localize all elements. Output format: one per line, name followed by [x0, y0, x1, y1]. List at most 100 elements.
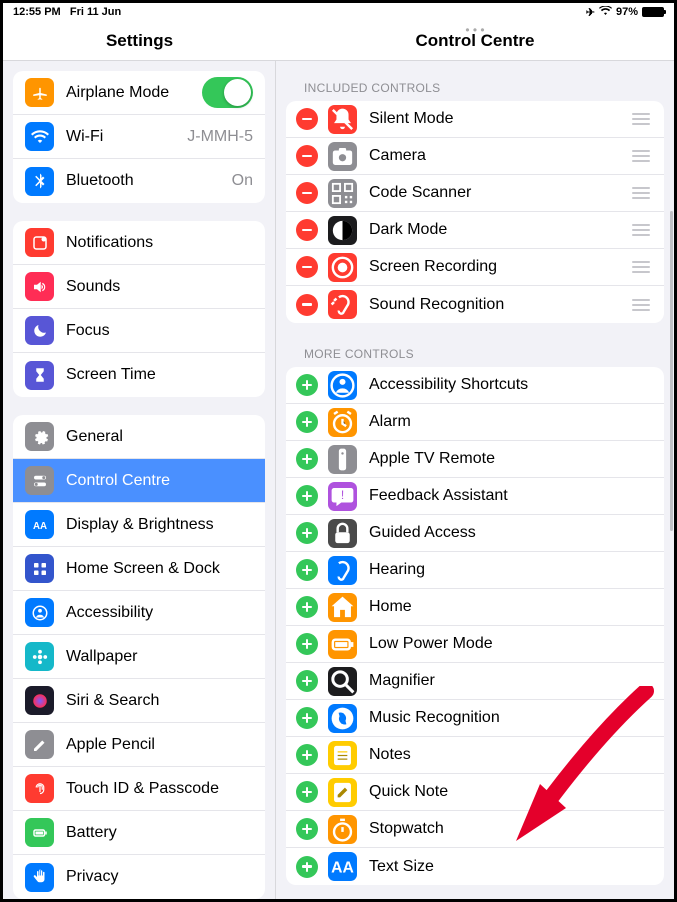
- remove-button[interactable]: [296, 294, 318, 316]
- control-row-music-recognition: Music Recognition: [286, 700, 664, 737]
- add-button[interactable]: [296, 856, 318, 878]
- sidebar-item-bluetooth[interactable]: BluetoothOn: [13, 159, 265, 203]
- control-centre-detail[interactable]: Included Controls Silent ModeCameraCode …: [276, 61, 674, 899]
- control-row-quick-note: Quick Note: [286, 774, 664, 811]
- title-bar: Settings • • • Control Centre: [3, 21, 674, 61]
- control-label: Home: [369, 598, 652, 616]
- add-button[interactable]: [296, 448, 318, 470]
- control-label: Stopwatch: [369, 820, 652, 838]
- gear-icon: [25, 422, 54, 451]
- control-row-stopwatch: Stopwatch: [286, 811, 664, 848]
- toggle-switch[interactable]: [202, 77, 253, 108]
- drag-handle-icon[interactable]: [630, 224, 652, 236]
- bell-slash-icon: [328, 105, 357, 134]
- control-label: Guided Access: [369, 524, 652, 542]
- switches-icon: [25, 466, 54, 495]
- sidebar-item-home-screen-dock[interactable]: Home Screen & Dock: [13, 547, 265, 591]
- camera-icon: [328, 142, 357, 171]
- control-row-guided-access: Guided Access: [286, 515, 664, 552]
- sidebar-item-sounds[interactable]: Sounds: [13, 265, 265, 309]
- control-label: Magnifier: [369, 672, 652, 690]
- AA-icon: AA: [328, 852, 357, 881]
- add-button[interactable]: [296, 485, 318, 507]
- note-icon: [328, 741, 357, 770]
- control-row-text-size: AAText Size: [286, 848, 664, 885]
- sidebar-item-siri-search[interactable]: Siri & Search: [13, 679, 265, 723]
- add-button[interactable]: [296, 522, 318, 544]
- sidebar-item-label: Siri & Search: [66, 692, 253, 710]
- magnify-icon: [328, 667, 357, 696]
- qrcode-icon: [328, 179, 357, 208]
- sidebar-item-wifi[interactable]: Wi-FiJ-MMH-5: [13, 115, 265, 159]
- sidebar-item-label: Accessibility: [66, 604, 253, 622]
- drag-handle-icon[interactable]: [630, 113, 652, 125]
- svg-text:AA: AA: [32, 520, 46, 531]
- sidebar-item-general[interactable]: General: [13, 415, 265, 459]
- siri-icon: [25, 686, 54, 715]
- sidebar-item-accessibility[interactable]: Accessibility: [13, 591, 265, 635]
- sidebar-item-label: Wi-Fi: [66, 128, 187, 146]
- add-button[interactable]: [296, 596, 318, 618]
- drag-handle-icon[interactable]: [630, 150, 652, 162]
- sidebar-item-label: Screen Time: [66, 366, 253, 384]
- AA-icon: AA: [25, 510, 54, 539]
- sidebar-item-value: On: [232, 172, 253, 190]
- drag-handle-icon[interactable]: [630, 299, 652, 311]
- scrollbar-indicator[interactable]: [670, 211, 673, 531]
- sidebar-item-label: Airplane Mode: [66, 84, 202, 102]
- ear-wave-icon: [328, 290, 357, 319]
- status-time: 12:55 PM: [13, 6, 61, 18]
- record-icon: [328, 253, 357, 282]
- sidebar-item-apple-pencil[interactable]: Apple Pencil: [13, 723, 265, 767]
- battery-icon: [328, 630, 357, 659]
- sidebar-item-control-centre[interactable]: Control Centre: [13, 459, 265, 503]
- sidebar-item-battery[interactable]: Battery: [13, 811, 265, 855]
- sidebar-item-screen-time[interactable]: Screen Time: [13, 353, 265, 397]
- status-bar: 12:55 PM Fri 11 Jun ✈︎ 97%: [3, 3, 674, 21]
- sidebar-item-airplane-mode[interactable]: Airplane Mode: [13, 71, 265, 115]
- sidebar-item-notifications[interactable]: Notifications: [13, 221, 265, 265]
- remove-button[interactable]: [296, 145, 318, 167]
- add-button[interactable]: [296, 374, 318, 396]
- sidebar-item-touchid-passcode[interactable]: Touch ID & Passcode: [13, 767, 265, 811]
- add-button[interactable]: [296, 670, 318, 692]
- sidebar-item-label: Battery: [66, 824, 253, 842]
- remove-button[interactable]: [296, 182, 318, 204]
- remove-button[interactable]: [296, 256, 318, 278]
- add-button[interactable]: [296, 707, 318, 729]
- add-button[interactable]: [296, 411, 318, 433]
- flower-icon: [25, 642, 54, 671]
- drag-handle-icon[interactable]: [630, 261, 652, 273]
- control-label: Apple TV Remote: [369, 450, 652, 468]
- sidebar-title: Settings: [3, 21, 276, 60]
- remove-button[interactable]: [296, 219, 318, 241]
- remove-button[interactable]: [296, 108, 318, 130]
- house-icon: [328, 593, 357, 622]
- add-button[interactable]: [296, 744, 318, 766]
- remote-icon: [328, 445, 357, 474]
- stopwatch-icon: [328, 815, 357, 844]
- drag-handle-icon[interactable]: [630, 187, 652, 199]
- settings-sidebar[interactable]: Airplane Mode Wi-FiJ-MMH-5BluetoothOn Not…: [3, 61, 276, 899]
- add-button[interactable]: [296, 559, 318, 581]
- sidebar-item-label: Display & Brightness: [66, 516, 253, 534]
- ear-icon: [328, 556, 357, 585]
- sidebar-item-privacy[interactable]: Privacy: [13, 855, 265, 899]
- multitasking-dots-icon[interactable]: • • •: [465, 23, 484, 37]
- sidebar-item-display-brightness[interactable]: AA Display & Brightness: [13, 503, 265, 547]
- add-button[interactable]: [296, 818, 318, 840]
- sidebar-item-focus[interactable]: Focus: [13, 309, 265, 353]
- hand-icon: [25, 863, 54, 892]
- control-row-home: Home: [286, 589, 664, 626]
- add-button[interactable]: [296, 781, 318, 803]
- status-date: Fri 11 Jun: [70, 6, 121, 18]
- wifi-indicator-icon: [599, 6, 612, 19]
- wifi-icon: [25, 122, 54, 151]
- control-label: Dark Mode: [369, 221, 630, 239]
- add-button[interactable]: [296, 633, 318, 655]
- control-label: Silent Mode: [369, 110, 630, 128]
- airplane-icon: [25, 78, 54, 107]
- pencil-icon: [25, 730, 54, 759]
- sidebar-item-wallpaper[interactable]: Wallpaper: [13, 635, 265, 679]
- battery-icon: [642, 7, 664, 17]
